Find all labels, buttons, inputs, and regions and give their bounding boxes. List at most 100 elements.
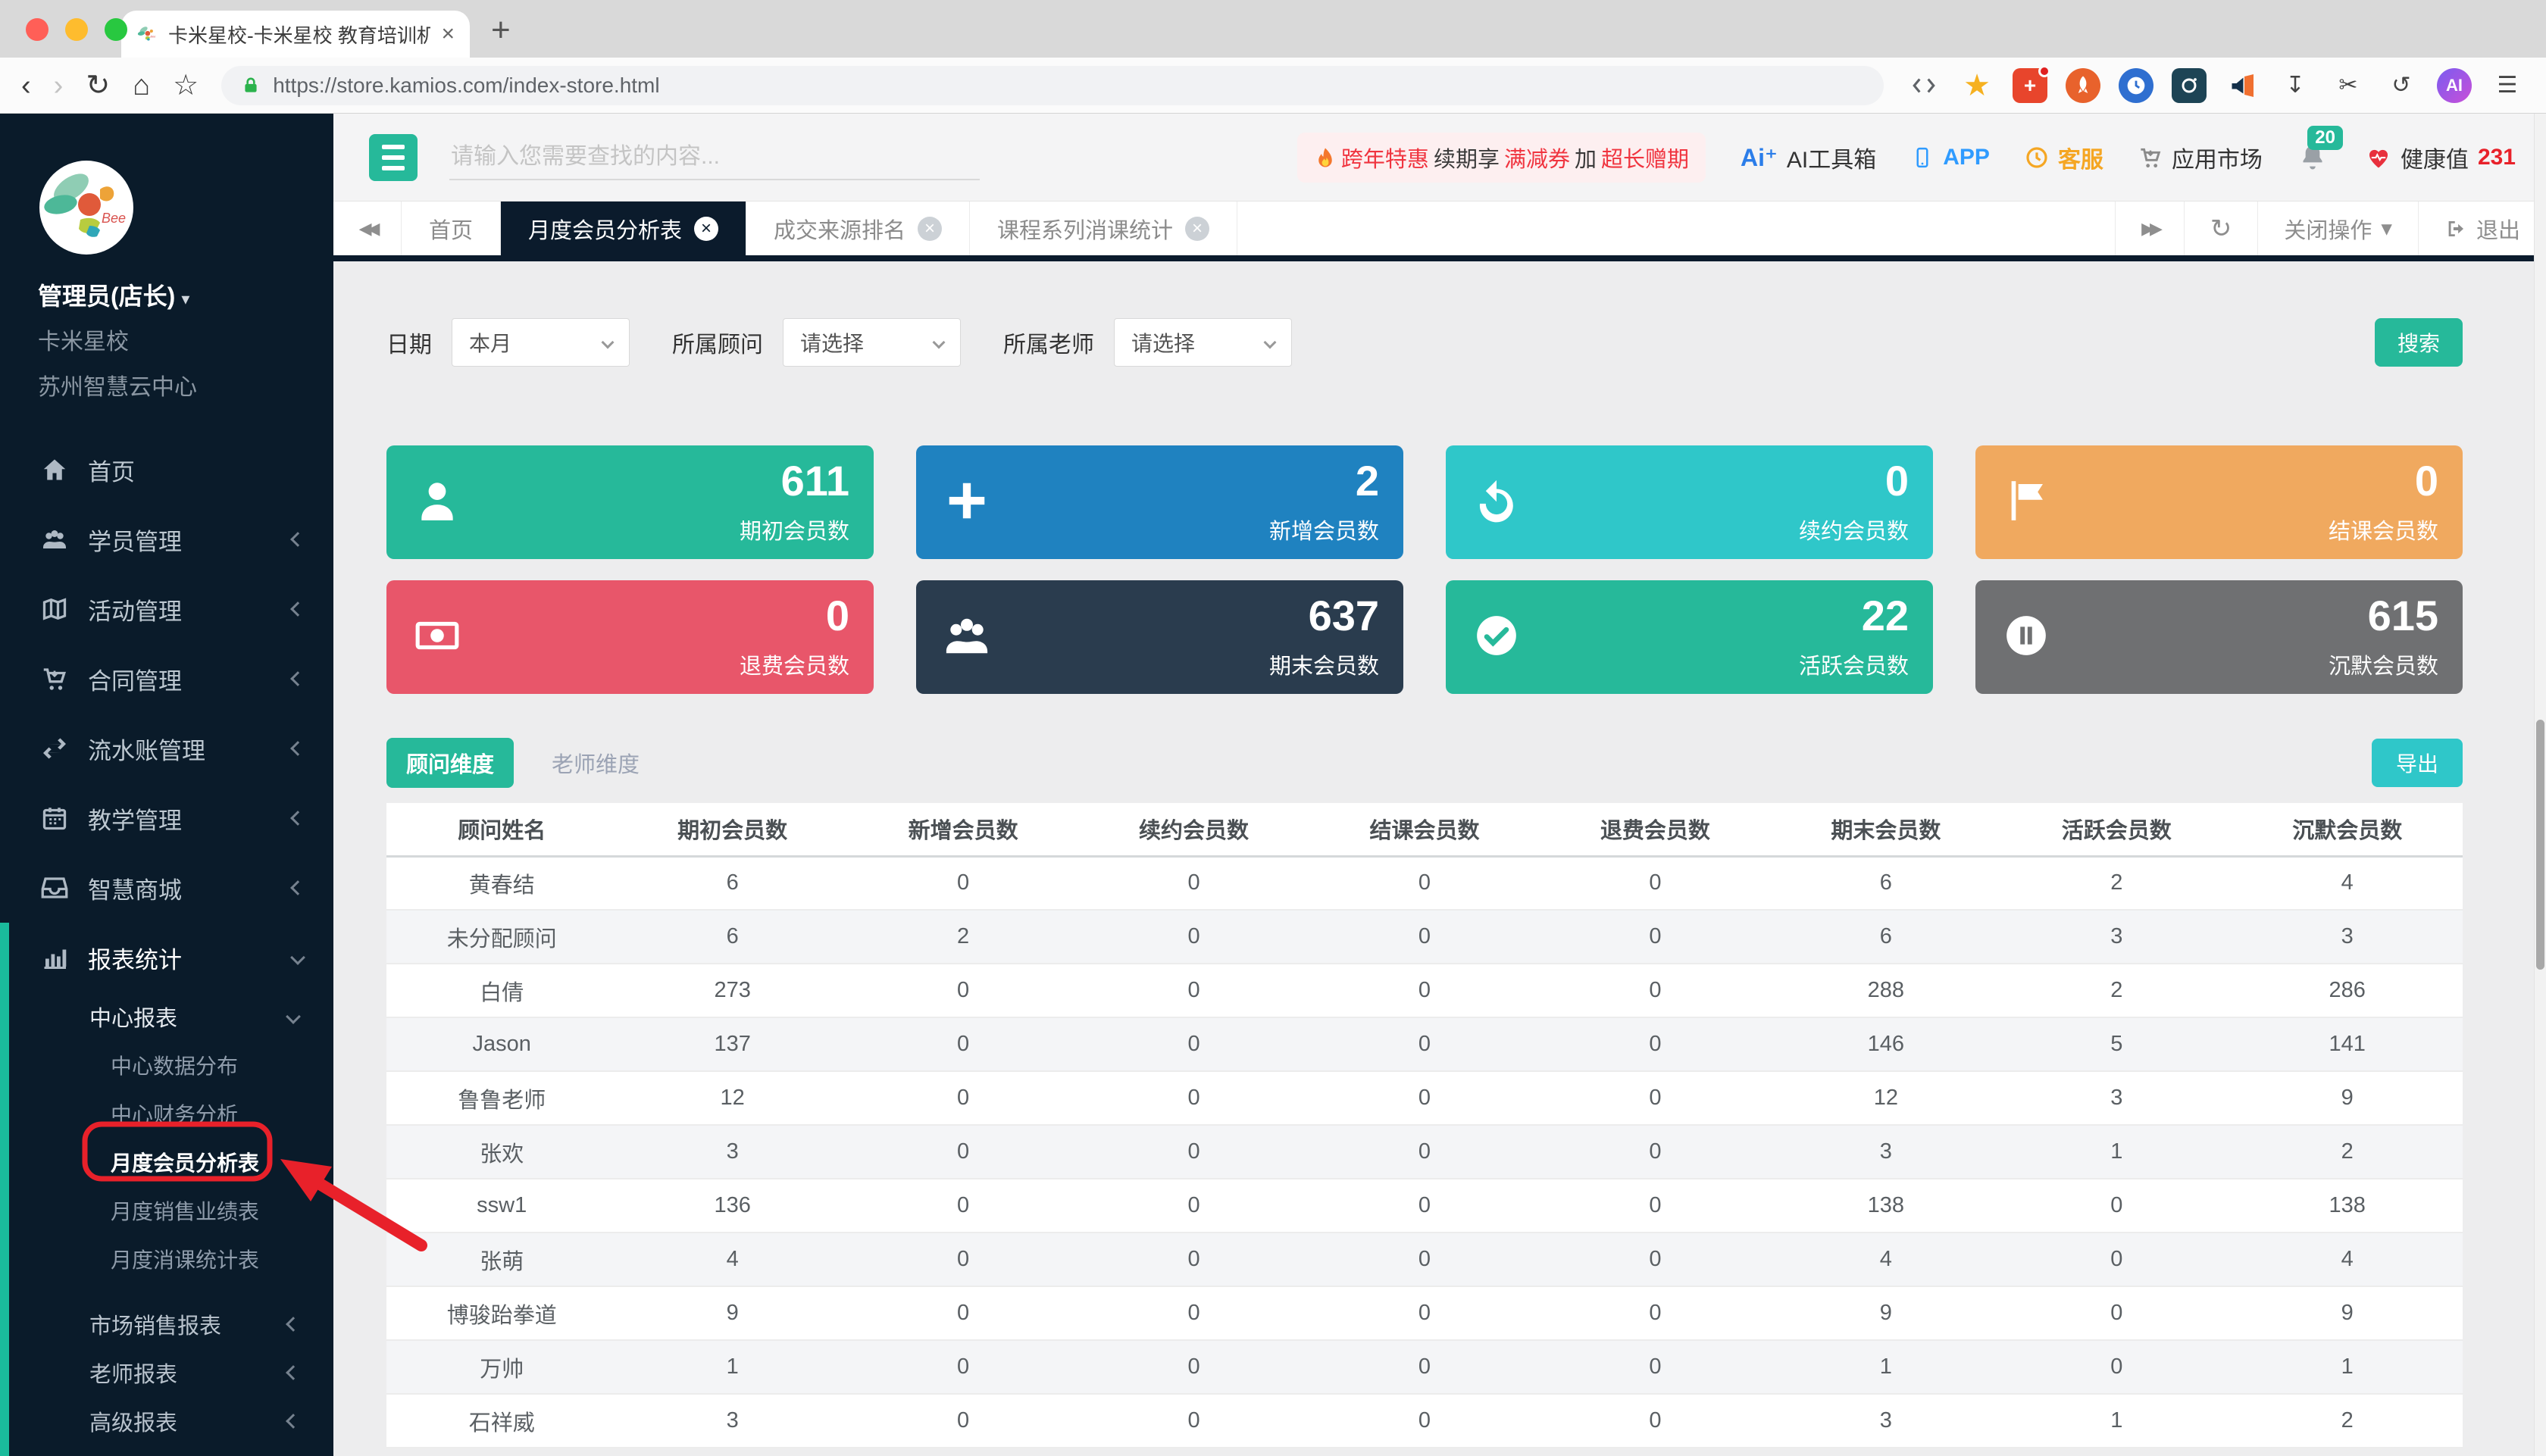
download-icon[interactable]: ↧ — [2278, 68, 2313, 103]
browser-tab[interactable]: 卡米星校-卡米星校 教育培训机 × — [121, 11, 470, 58]
stat-card-final-members[interactable]: 637 期末会员数 — [916, 580, 1403, 694]
sidebar-item-center-finance[interactable]: 中心财务分析 — [9, 1089, 333, 1138]
sidebar-item-contracts[interactable]: 合同管理 — [0, 644, 333, 714]
stat-card-initial-members[interactable]: 611 期初会员数 — [386, 445, 874, 559]
gamepad-extension-icon[interactable]: + — [2013, 68, 2047, 103]
reload-icon[interactable]: ↻ — [86, 71, 110, 100]
home-icon[interactable]: ⌂ — [133, 71, 150, 100]
tabs-scroll-right-button[interactable]: ▶▶ — [2115, 202, 2184, 255]
sidebar-item-mall[interactable]: 智慧商城 — [0, 853, 333, 923]
code-extension-icon[interactable] — [1906, 68, 1941, 103]
close-tab-icon[interactable]: × — [1185, 217, 1209, 241]
sidebar: 管理员(店长)▾ 卡米星校 苏州智慧云中心 首页 学员管理 活动管理 — [0, 114, 333, 1456]
undo-icon[interactable]: ↺ — [2384, 68, 2419, 103]
sidebar-item-monthly-sales[interactable]: 月度销售业绩表 — [9, 1186, 333, 1235]
forward-icon[interactable]: › — [54, 71, 64, 100]
health-indicator[interactable]: 健康值231 — [2366, 141, 2516, 174]
sidebar-toggle-button[interactable] — [369, 134, 418, 181]
bookmark-star-icon[interactable]: ☆ — [173, 71, 199, 100]
export-button[interactable]: 导出 — [2372, 739, 2463, 787]
back-icon[interactable]: ‹ — [21, 71, 31, 100]
maximize-window-button[interactable] — [105, 18, 127, 41]
sidebar-item-center-data[interactable]: 中心数据分布 — [9, 1041, 333, 1089]
bookmarks-extension-icon[interactable]: ★ — [1960, 68, 1994, 103]
refresh-tab-button[interactable]: ↻ — [2184, 202, 2258, 255]
search-button[interactable]: 搜索 — [2375, 318, 2463, 367]
camera-extension-icon[interactable] — [2172, 68, 2207, 103]
sidebar-item-center-report[interactable]: 中心报表 — [9, 992, 333, 1041]
sidebar-item-reports[interactable]: 报表统计 — [9, 923, 333, 992]
ai-toolbox-link[interactable]: Ai⁺ AI工具箱 — [1741, 141, 1876, 174]
tab-close-icon[interactable]: × — [441, 21, 455, 47]
stat-card-active-members[interactable]: 22 活跃会员数 — [1446, 580, 1933, 694]
app-link[interactable]: APP — [1911, 145, 1990, 170]
notifications-bell[interactable]: 20 — [2297, 139, 2331, 176]
rocket-extension-icon[interactable] — [2066, 68, 2100, 103]
close-tab-icon[interactable]: × — [694, 217, 718, 241]
app-market-link[interactable]: 应用市场 — [2138, 141, 2263, 174]
col-new: 新增会员数 — [848, 803, 1078, 856]
sidebar-item-market-report[interactable]: 市场销售报表 — [9, 1300, 333, 1348]
tab-home[interactable]: 首页 — [402, 202, 501, 255]
sidebar-item-featured-report[interactable]: 精选报表 — [9, 1445, 333, 1456]
chevron-left-icon — [290, 671, 305, 686]
tab-deal-source[interactable]: 成交来源排名 × — [746, 202, 970, 255]
scrollbar-track[interactable] — [2534, 114, 2546, 1456]
tabs-scroll-left-button[interactable]: ◀◀ — [333, 202, 402, 255]
minimize-window-button[interactable] — [65, 18, 88, 41]
sidebar-item-advanced-report[interactable]: 高级报表 — [9, 1397, 333, 1445]
date-select[interactable]: 本月 — [452, 318, 630, 367]
close-tab-icon[interactable]: × — [918, 217, 942, 241]
global-search-input[interactable] — [449, 135, 980, 180]
chevron-left-icon — [290, 741, 305, 756]
sidebar-item-ledger[interactable]: 流水账管理 — [0, 714, 333, 783]
stat-card-refund-members[interactable]: 0 退费会员数 — [386, 580, 874, 694]
teacher-select[interactable]: 请选择 — [1114, 318, 1292, 367]
tab-teacher-dimension[interactable]: 老师维度 — [532, 738, 659, 788]
topbar-links: 跨年特惠 续期享 满减券 加 超长赠期 Ai⁺ AI工具箱 APP — [1297, 133, 2516, 183]
sidebar-item-teacher-report[interactable]: 老师报表 — [9, 1348, 333, 1397]
sidebar-item-activities[interactable]: 活动管理 — [0, 574, 333, 644]
sidebar-item-students[interactable]: 学员管理 — [0, 505, 333, 574]
tab-course-series[interactable]: 课程系列消课统计 × — [970, 202, 1237, 255]
chevron-down-icon — [290, 950, 305, 965]
chevron-down-icon — [286, 1009, 301, 1024]
sidebar-item-monthly-lessons[interactable]: 月度消课统计表 — [9, 1235, 333, 1283]
logout-button[interactable]: 退出 — [2418, 202, 2546, 255]
panel-header: 顾问维度 老师维度 导出 — [386, 738, 2463, 788]
table-row: 张萌 4 0 0 0 0 4 0 4 — [386, 1233, 2463, 1286]
tab-monthly-member-active[interactable]: 月度会员分析表 × — [501, 202, 746, 255]
stat-card-silent-members[interactable]: 615 沉默会员数 — [1975, 580, 2463, 694]
sidebar-item-teaching[interactable]: 教学管理 — [0, 783, 333, 853]
close-window-button[interactable] — [26, 18, 48, 41]
window-controls[interactable] — [26, 18, 127, 41]
heart-icon — [2366, 145, 2391, 170]
sidebar-item-monthly-member[interactable]: 月度会员分析表 — [9, 1138, 333, 1186]
table-row: 未分配顾问 6 2 0 0 0 6 3 3 — [386, 910, 2463, 964]
advisor-select[interactable]: 请选择 — [783, 318, 961, 367]
stat-card-finished-members[interactable]: 0 结课会员数 — [1975, 445, 2463, 559]
tab-advisor-dimension[interactable]: 顾问维度 — [386, 738, 514, 788]
advisor-name-cell: Jason — [386, 1017, 617, 1071]
home-icon — [41, 456, 68, 483]
advisor-name-cell: 万帅 — [386, 1340, 617, 1394]
stat-card-renewal-members[interactable]: 0 续约会员数 — [1446, 445, 1933, 559]
ai-extension-icon[interactable]: AI — [2437, 68, 2472, 103]
main-area: 跨年特惠 续期享 满减券 加 超长赠期 Ai⁺ AI工具箱 APP — [333, 114, 2546, 1456]
url-bar[interactable]: https://store.kamios.com/index-store.htm… — [221, 66, 1884, 105]
scrollbar-thumb[interactable] — [2536, 720, 2544, 970]
user-role[interactable]: 管理员(店长)▾ — [38, 277, 333, 312]
customer-service-link[interactable]: 客服 — [2025, 141, 2103, 174]
sidebar-group-reports: 报表统计 中心报表 中心数据分布 中心财务分析 月度会员分析表 月度销售业绩表 … — [0, 923, 333, 1456]
stat-card-new-members[interactable]: 2 新增会员数 — [916, 445, 1403, 559]
sidebar-item-home[interactable]: 首页 — [0, 435, 333, 505]
megaphone-extension-icon[interactable] — [2225, 68, 2260, 103]
clock-extension-icon[interactable] — [2119, 68, 2153, 103]
close-operations-dropdown[interactable]: 关闭操作▾ — [2257, 202, 2418, 255]
promo-banner[interactable]: 跨年特惠 续期享 满减券 加 超长赠期 — [1297, 133, 1706, 183]
browser-menu-icon[interactable]: ☰ — [2490, 68, 2525, 103]
new-tab-button[interactable]: + — [491, 14, 511, 47]
table-row: 张欢 3 0 0 0 0 3 1 2 — [386, 1125, 2463, 1179]
scissors-icon[interactable]: ✂ — [2331, 68, 2366, 103]
col-silent: 沉默会员数 — [2232, 803, 2463, 856]
